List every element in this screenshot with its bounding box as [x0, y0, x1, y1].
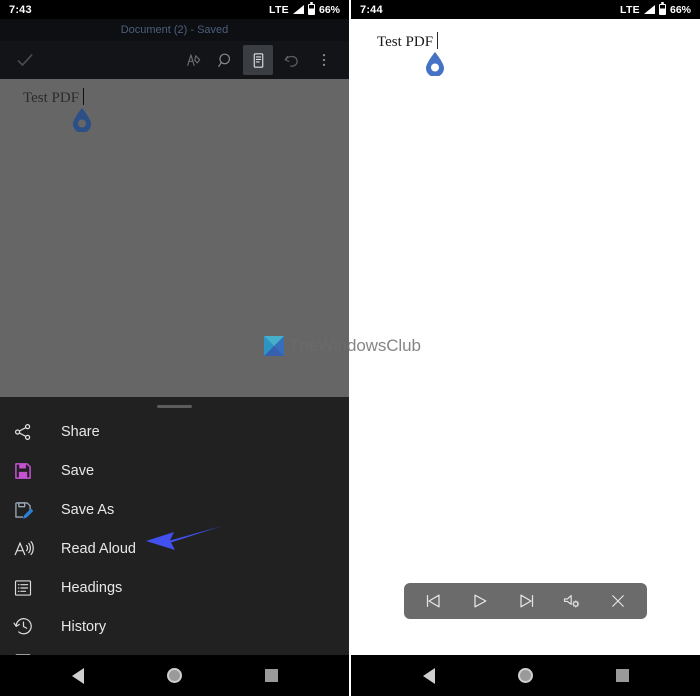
- battery-percent-label: 66%: [318, 3, 340, 16]
- nav-back-icon[interactable]: [422, 667, 435, 684]
- network-type-label: LTE: [620, 3, 640, 16]
- signal-triangle-icon: [643, 5, 655, 14]
- toolbar-left-group: [0, 45, 40, 75]
- status-bar: 7:44 LTE 66%: [351, 0, 700, 19]
- nav-home-icon[interactable]: [517, 668, 533, 683]
- text-cursor-droplet-icon[interactable]: [426, 52, 444, 76]
- text-caret: [437, 32, 439, 49]
- save-floppy-icon: [10, 458, 36, 484]
- sheet-drag-handle[interactable]: [157, 405, 192, 408]
- search-icon[interactable]: [210, 45, 240, 75]
- menu-item-label: Headings: [61, 579, 123, 596]
- read-aloud-icon: [10, 536, 36, 562]
- status-bar: 7:43 LTE 66%: [0, 0, 349, 19]
- save-as-icon: [10, 497, 36, 523]
- text-cursor-droplet-icon[interactable]: [73, 108, 91, 132]
- overflow-menu-icon[interactable]: [309, 45, 339, 75]
- menu-item-headings[interactable]: Headings: [0, 568, 349, 607]
- watermark-text: TheWindowsClub: [289, 336, 421, 355]
- android-nav-bar: [351, 655, 700, 696]
- nav-recents-icon[interactable]: [264, 669, 278, 682]
- menu-item-share[interactable]: Share: [0, 412, 349, 451]
- document-title: Document (2) - Saved: [120, 24, 229, 36]
- menu-item-label: Share: [61, 423, 100, 440]
- status-indicators: LTE 66%: [269, 2, 340, 16]
- document-text-value: Test PDF: [23, 90, 80, 106]
- nav-back-icon[interactable]: [71, 667, 84, 684]
- document-body-text: Test PDF: [23, 88, 85, 107]
- document-text-value: Test PDF: [377, 34, 434, 50]
- document-body-text: Test PDF: [377, 32, 439, 51]
- mobile-view-icon[interactable]: [243, 45, 273, 75]
- android-nav-bar: [0, 655, 349, 696]
- menu-item-partial-cutoff[interactable]: [0, 646, 349, 655]
- skip-previous-icon[interactable]: [422, 589, 446, 613]
- headings-list-icon: [10, 575, 36, 601]
- ink-icon[interactable]: [177, 45, 207, 75]
- play-icon[interactable]: [468, 589, 492, 613]
- history-clock-icon: [10, 614, 36, 640]
- menu-item-label: Save As: [61, 501, 115, 518]
- menu-item-label: Save: [61, 462, 95, 479]
- title-bar: Document (2) - Saved: [0, 19, 349, 41]
- status-indicators: LTE 66%: [620, 2, 691, 16]
- menu-item-label: Read Aloud: [61, 540, 136, 557]
- battery-icon: [658, 2, 666, 15]
- menu-item-save[interactable]: Save: [0, 451, 349, 490]
- undo-icon[interactable]: [276, 45, 306, 75]
- pointer-arrow-icon: [146, 526, 222, 550]
- menu-item-history[interactable]: History: [0, 607, 349, 646]
- watermark: TheWindowsClub: [264, 336, 421, 356]
- text-caret: [83, 88, 85, 105]
- status-clock: 7:43: [9, 3, 32, 16]
- menu-item-label: History: [61, 618, 107, 635]
- status-clock: 7:44: [360, 3, 383, 16]
- thewindowsclub-logo-icon: [264, 336, 284, 356]
- share-icon: [10, 419, 36, 445]
- check-icon[interactable]: [10, 45, 40, 75]
- toolbar-right-group: [177, 45, 349, 75]
- read-aloud-toolbar: [404, 583, 647, 619]
- battery-percent-label: 66%: [669, 3, 691, 16]
- nav-home-icon[interactable]: [166, 668, 182, 683]
- network-type-label: LTE: [269, 3, 289, 16]
- partial-icon: [10, 646, 36, 655]
- battery-icon: [307, 2, 315, 15]
- speaker-gear-icon[interactable]: [560, 589, 584, 613]
- signal-triangle-icon: [292, 5, 304, 14]
- screenshot-root: 7:43 LTE 66% Document (2) - Saved Test P…: [0, 0, 700, 696]
- app-toolbar: [0, 41, 349, 79]
- nav-recents-icon[interactable]: [615, 669, 629, 682]
- close-x-icon[interactable]: [606, 589, 630, 613]
- skip-next-icon[interactable]: [514, 589, 538, 613]
